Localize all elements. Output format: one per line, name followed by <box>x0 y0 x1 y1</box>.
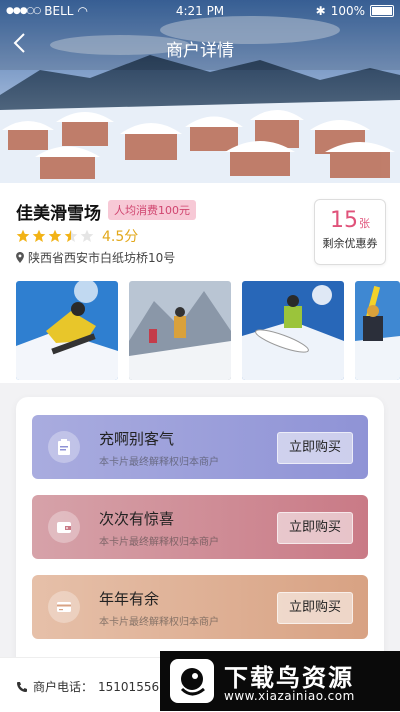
phone-icon <box>17 681 27 692</box>
star-half-icon <box>64 229 78 242</box>
card-icon <box>57 602 71 612</box>
snowboarder-yellow-image <box>16 281 118 380</box>
package-title: 充啊别客气 <box>99 430 175 448</box>
wallet-icon <box>57 522 71 533</box>
skier-partial-image <box>355 281 400 380</box>
clipboard-icon <box>58 439 70 455</box>
watermark-url: www.xiazainiao.com <box>224 689 355 703</box>
shop-name: 佳美滑雪场 <box>16 204 101 224</box>
skiers-mountain-image <box>129 281 231 380</box>
coupon-label: 剩余优惠券 <box>322 237 378 250</box>
package-subtitle: 本卡片最终解释权归本商户 <box>99 537 219 548</box>
photo-thumbnail[interactable] <box>242 281 344 380</box>
star-empty-icon <box>80 229 94 242</box>
location-pin-icon <box>16 252 24 263</box>
watermark-text: 下载鸟资源 <box>224 664 354 692</box>
rating-score: 4.5分 <box>102 229 139 245</box>
coupon-unit: 张 <box>359 217 370 230</box>
phone-label: 商户电话： <box>33 680 94 694</box>
buy-now-button[interactable]: 立即购买 <box>277 592 353 624</box>
photo-strip[interactable] <box>0 281 400 381</box>
package-icon-wrap <box>48 511 80 543</box>
merchant-phone[interactable]: 商户电话： 15101556 <box>16 678 159 695</box>
carrier-label: BELL <box>44 4 74 18</box>
bird-logo-icon <box>170 659 214 703</box>
signal-icon: ●●●○○ <box>6 6 41 16</box>
address-text: 陕西省西安市白纸坊桥10号 <box>28 251 176 265</box>
packages-panel: 充啊别客气 本卡片最终解释权归本商户 立即购买 次次有惊喜 本卡片最终解释权归本… <box>16 397 384 672</box>
status-bar: ●●●○○ BELL ◠ 4:21 PM ✱ 100% <box>0 0 400 22</box>
package-card[interactable]: 次次有惊喜 本卡片最终解释权归本商户 立即购买 <box>32 495 368 559</box>
avg-spend-badge: 人均消费100元 <box>108 200 196 220</box>
coupon-counter[interactable]: 15张 剩余优惠券 <box>314 199 386 265</box>
package-icon-wrap <box>48 591 80 623</box>
star-full-icon <box>32 229 46 242</box>
package-card[interactable]: 充啊别客气 本卡片最终解释权归本商户 立即购买 <box>32 415 368 479</box>
shop-address: 陕西省西安市白纸坊桥10号 <box>16 249 175 266</box>
buy-now-button[interactable]: 立即购买 <box>277 432 353 464</box>
watermark-banner: 下载鸟资源 www.xiazainiao.com <box>160 651 400 711</box>
coupon-count: 15 <box>330 208 358 233</box>
phone-number: 15101556 <box>98 679 160 694</box>
rating-stars: 4.5分 <box>16 226 138 246</box>
battery-percent: 100% <box>330 4 365 18</box>
wifi-icon: ◠ <box>77 4 88 18</box>
photo-thumbnail[interactable] <box>355 281 400 380</box>
photo-thumbnail[interactable] <box>129 281 231 380</box>
package-subtitle: 本卡片最终解释权归本商户 <box>99 617 219 628</box>
star-full-icon <box>48 229 62 242</box>
package-title: 年年有余 <box>99 590 160 608</box>
battery-icon <box>370 5 394 17</box>
buy-now-button[interactable]: 立即购买 <box>277 512 353 544</box>
star-full-icon <box>16 229 30 242</box>
package-card[interactable]: 年年有余 本卡片最终解释权归本商户 立即购买 <box>32 575 368 639</box>
page-title: 商户详情 <box>166 41 234 61</box>
nav-bar: 商户详情 <box>0 26 400 66</box>
package-title: 次次有惊喜 <box>99 510 175 528</box>
package-subtitle: 本卡片最终解释权归本商户 <box>99 457 219 468</box>
photo-thumbnail[interactable] <box>16 281 118 380</box>
snowboarder-green-image <box>242 281 344 380</box>
package-icon-wrap <box>48 431 80 463</box>
bluetooth-icon: ✱ <box>315 4 326 18</box>
